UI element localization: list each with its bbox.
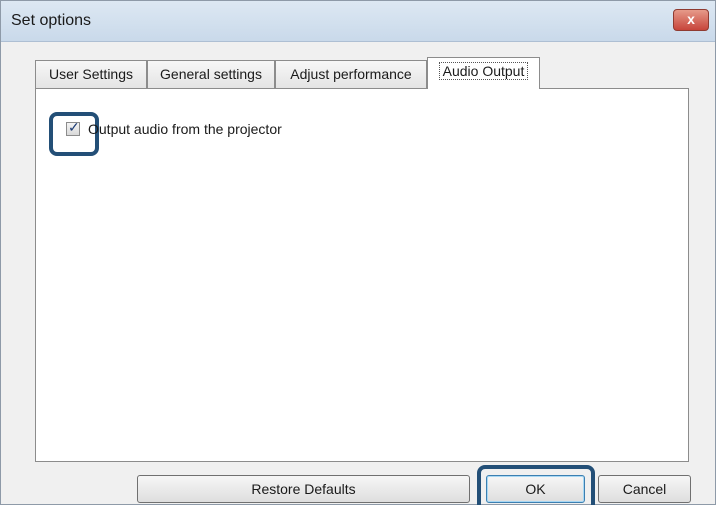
cancel-button[interactable]: Cancel <box>598 475 691 503</box>
dialog-title: Set options <box>11 12 92 29</box>
title-bar: Set options x <box>1 1 715 42</box>
tab-adjust-performance[interactable]: Adjust performance <box>275 60 427 88</box>
restore-defaults-button[interactable]: Restore Defaults <box>137 475 470 503</box>
tab-label: Adjust performance <box>290 66 412 82</box>
button-label: OK <box>525 481 546 497</box>
background <box>0 505 716 518</box>
button-label: Cancel <box>622 481 667 497</box>
output-audio-checkbox[interactable]: ✓ <box>66 119 80 136</box>
set-options-dialog: Set options x User Settings General sett… <box>0 0 716 513</box>
ok-button[interactable]: OK <box>486 475 585 503</box>
output-audio-label: Output audio from the projector <box>88 121 282 137</box>
tab-audio-output[interactable]: Audio Output <box>427 57 540 89</box>
audio-output-panel: ✓ Output audio from the projector <box>35 88 689 462</box>
close-button[interactable]: x <box>673 9 709 31</box>
button-label: Restore Defaults <box>251 481 356 497</box>
checkmark-icon: ✓ <box>68 119 80 135</box>
tab-user-settings[interactable]: User Settings <box>35 60 147 88</box>
tab-label: Audio Output <box>438 62 529 80</box>
tab-general-settings[interactable]: General settings <box>147 60 275 88</box>
tab-label: General settings <box>160 66 262 82</box>
tab-label: User Settings <box>48 66 134 82</box>
close-icon: x <box>687 11 695 27</box>
